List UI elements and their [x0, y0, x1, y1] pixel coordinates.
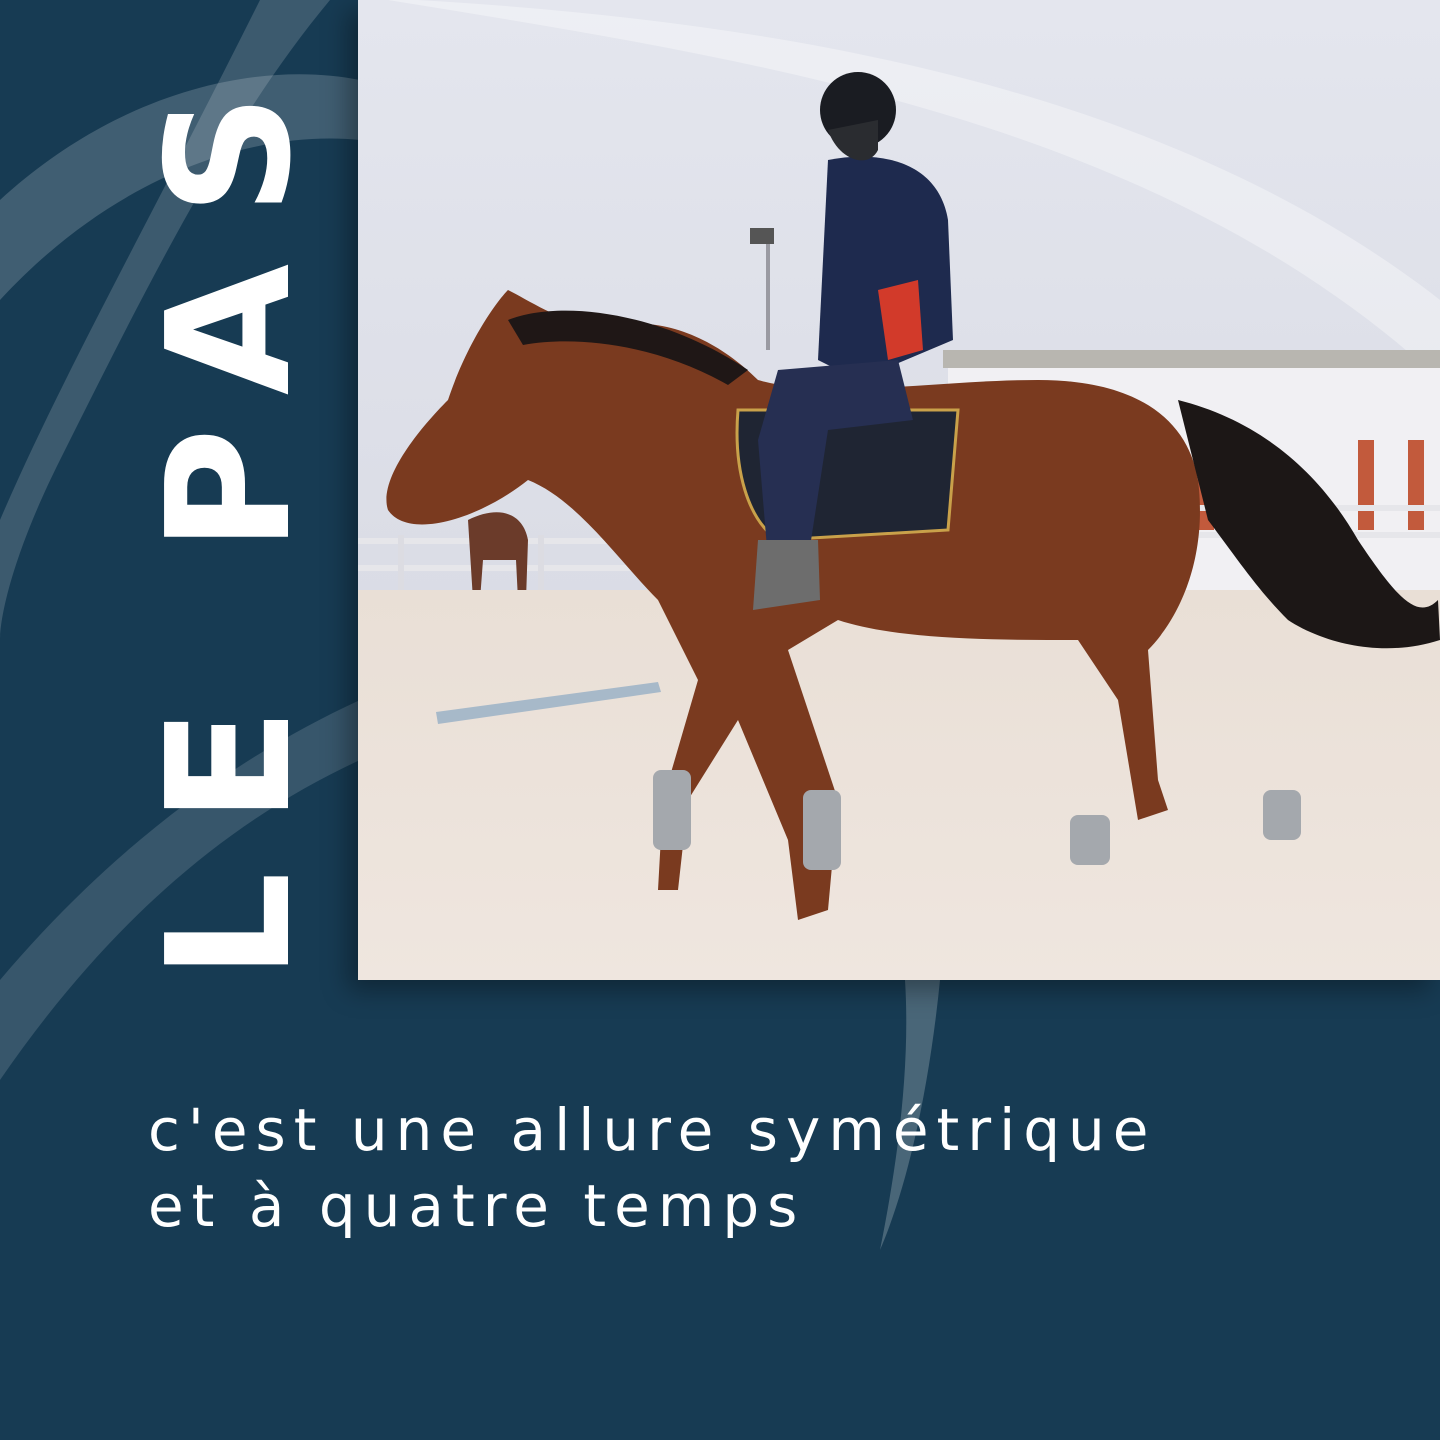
caption-line-1: c'est une allure symétrique: [148, 1096, 1157, 1164]
caption: c'est une allure symétrique et à quatre …: [148, 1092, 1378, 1244]
horse-photo: [358, 0, 1440, 980]
caption-line-2: et à quatre temps: [148, 1172, 806, 1240]
page-title: LE PAS: [131, 45, 329, 980]
horse-rider-illustration: [358, 0, 1440, 980]
poster: LE PAS c'est une allure symétrique et à …: [0, 0, 1440, 1440]
